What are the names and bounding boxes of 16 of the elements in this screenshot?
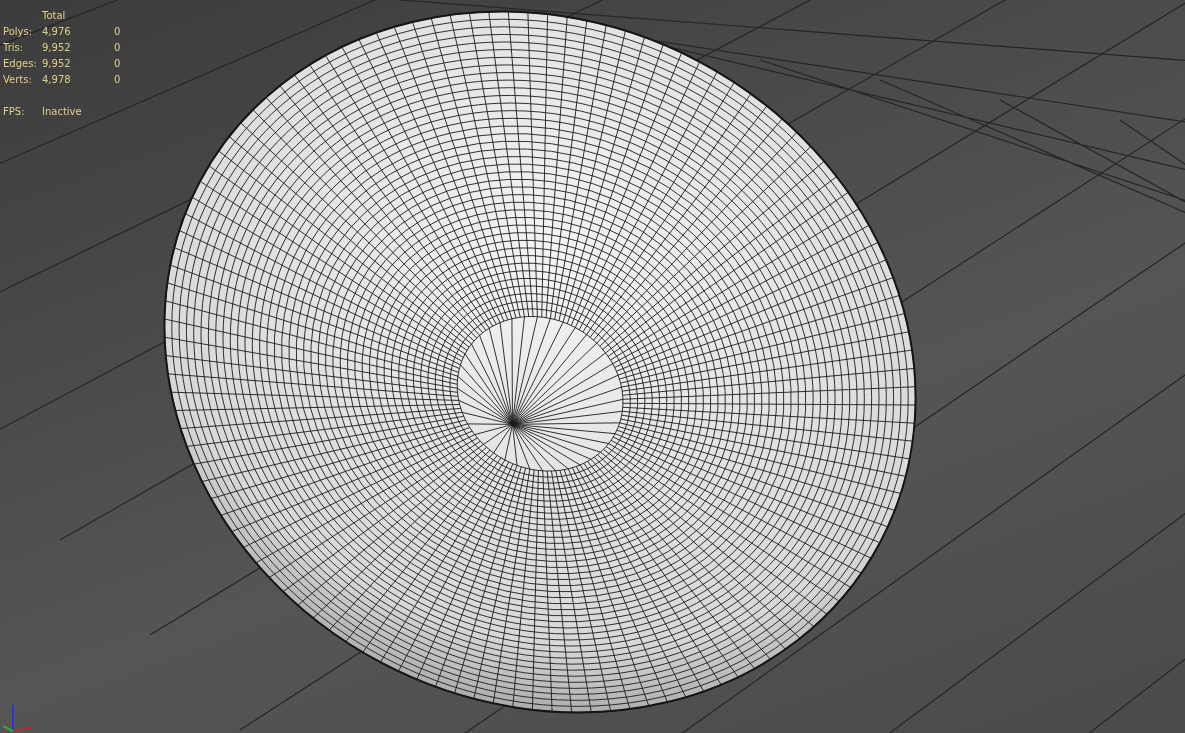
stat-total: 9,952 xyxy=(42,57,72,71)
stat-value: 0 xyxy=(114,25,121,39)
stat-value: 0 xyxy=(114,57,121,71)
fps-value: Inactive xyxy=(42,105,83,119)
stat-value: 0 xyxy=(114,41,121,55)
axis-gizmo-icon xyxy=(2,704,33,732)
stat-label: Tris: xyxy=(3,41,25,55)
stat-value: 0 xyxy=(114,73,121,87)
stat-total: 4,976 xyxy=(42,25,72,39)
stat-label: Edges: xyxy=(3,57,38,71)
stat-total: 9,952 xyxy=(42,41,72,55)
stats-header: Total xyxy=(42,9,67,23)
stat-label: Polys: xyxy=(3,25,34,39)
stat-label: Verts: xyxy=(3,73,33,87)
fps-label: FPS: xyxy=(3,105,26,119)
stat-total: 4,978 xyxy=(42,73,72,87)
